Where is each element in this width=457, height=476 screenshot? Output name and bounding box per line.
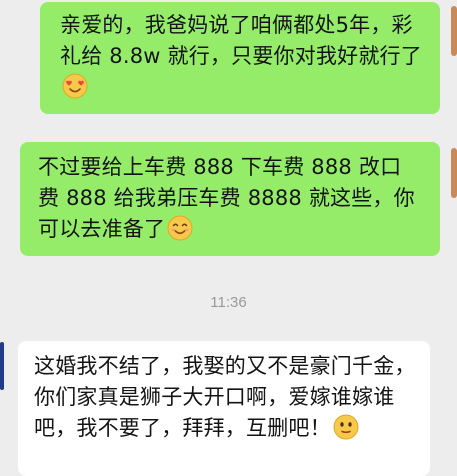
message-bubble-sent[interactable]: 不过要给上车费 888 下车费 888 改口费 888 给我弟压车费 8888 …: [20, 142, 440, 256]
smiling-face-emoji-icon: [167, 215, 193, 241]
neutral-face-emoji-icon: [333, 414, 359, 440]
chat-area: 亲爱的，我爸妈说了咱俩都处5年，彩礼给 8.8w 就行，只要你对我好就行了 不过…: [0, 0, 457, 476]
contact-avatar-edge[interactable]: [0, 342, 4, 390]
message-bubble-sent[interactable]: 亲爱的，我爸妈说了咱俩都处5年，彩礼给 8.8w 就行，只要你对我好就行了: [40, 2, 440, 114]
message-text: 不过要给上车费 888 下车费 888 改口费 888 给我弟压车费 8888 …: [38, 155, 415, 241]
self-avatar-edge[interactable]: [451, 148, 457, 198]
message-timestamp: 11:36: [210, 294, 247, 311]
message-bubble-received[interactable]: 这婚我不结了，我娶的又不是豪门千金，你们家真是狮子大开口啊，爱嫁谁嫁谁吧，我不要…: [18, 341, 430, 476]
message-text: 亲爱的，我爸妈说了咱俩都处5年，彩礼给 8.8w 就行，只要你对我好就行了: [60, 13, 422, 68]
self-avatar-edge[interactable]: [451, 6, 457, 56]
smiling-heart-eyes-emoji-icon: [62, 73, 88, 99]
